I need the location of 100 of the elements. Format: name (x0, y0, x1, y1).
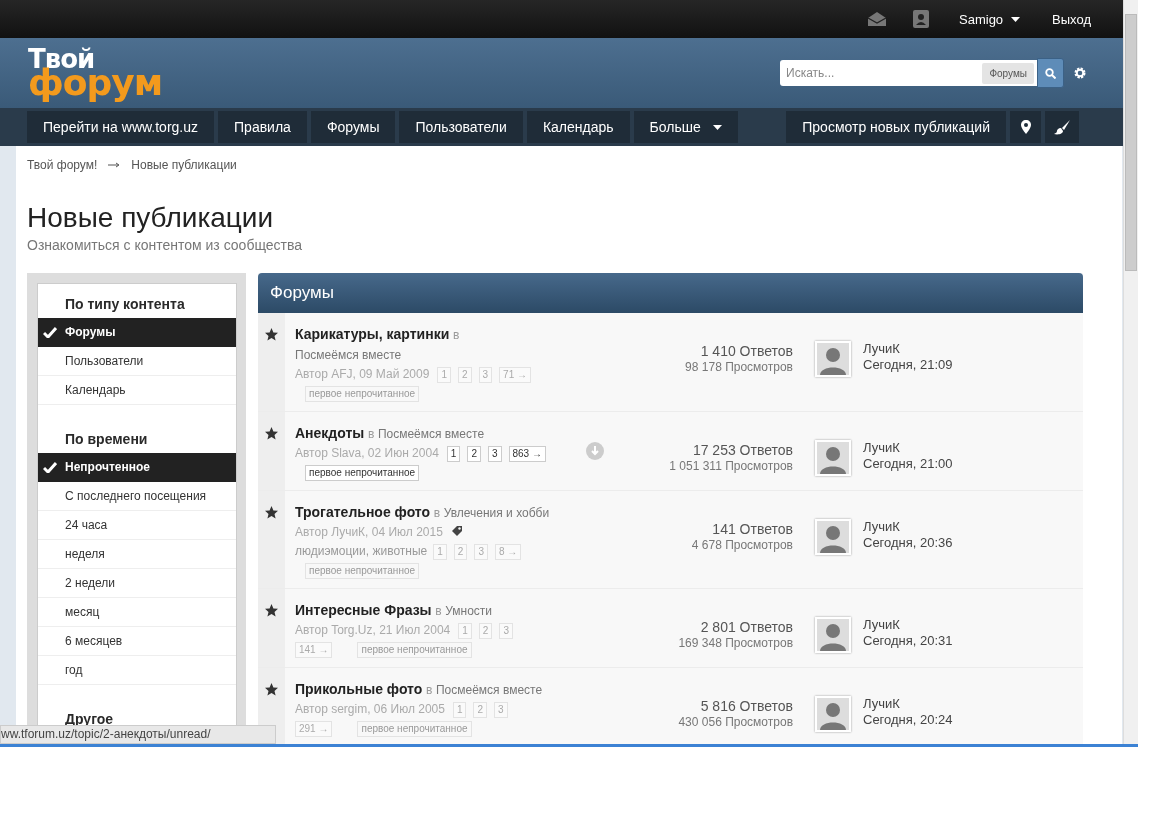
topic-title-link[interactable]: Прикольные фото (295, 681, 423, 697)
page-link[interactable]: 1 (446, 446, 461, 462)
view-count: 1 051 311 Просмотров (668, 459, 793, 473)
avatar[interactable] (815, 440, 851, 476)
logout-link[interactable]: Выход (1052, 11, 1091, 27)
caret-icon (712, 124, 722, 130)
contact-card-icon (913, 10, 929, 28)
section-heading: По типу контента (64, 295, 186, 314)
tag-icon (450, 525, 463, 537)
topic-title-link[interactable]: Анекдоты (295, 425, 365, 441)
nav-item[interactable]: Календарь (526, 111, 630, 143)
forum-link[interactable]: Посмеёмся вместе (377, 427, 485, 441)
reply-count: 5 816 Ответов (699, 698, 793, 714)
forum-link[interactable]: Умности (445, 604, 493, 618)
forum-link[interactable]: Посмеёмся вместе (295, 348, 402, 362)
search-scope-button[interactable]: Форумы (982, 62, 1034, 84)
star-icon (265, 427, 278, 440)
status-url-tooltip: ww.tforum.uz/topic/2-анекдоты/unread/ (0, 725, 276, 744)
theme-button[interactable] (1045, 111, 1079, 143)
last-post-time: Сегодня, 21:09 (863, 357, 953, 373)
last-post-time: Сегодня, 20:24 (863, 712, 953, 728)
last-poster-link[interactable]: ЛучиК (863, 440, 900, 455)
filter-item[interactable]: Форумы (38, 318, 236, 347)
star-icon (265, 506, 278, 519)
reply-count: 2 801 Ответов (699, 619, 793, 635)
arrow-right-icon (108, 162, 121, 168)
location-button[interactable] (1010, 111, 1041, 143)
breadcrumb-link[interactable]: Твой форум! (27, 158, 98, 172)
caret-icon (1011, 16, 1021, 22)
filter-item[interactable]: неделя (38, 540, 236, 569)
filter-item[interactable]: Пользователи (38, 347, 236, 376)
nav-item[interactable]: Пользователи (399, 111, 523, 143)
last-post-time: Сегодня, 20:31 (863, 633, 953, 649)
in-label: в (452, 328, 460, 342)
section-heading: По времени (64, 430, 149, 449)
avatar[interactable] (815, 696, 851, 732)
topic-title-link[interactable]: Карикатуры, картинки (295, 326, 450, 342)
down-arrow-circle-icon (586, 442, 604, 460)
filter-item[interactable]: Непрочтенное (38, 453, 236, 482)
page-title: Новые публикации (27, 202, 275, 234)
author-date: Автор ЛучиК, 04 Июл 2015 (295, 525, 443, 539)
nav-item[interactable]: Форумы (310, 111, 396, 143)
star-icon (265, 683, 278, 696)
panel-header: Форумы (258, 273, 1083, 313)
first-unread-link[interactable]: первое непрочитанное (305, 465, 420, 481)
last-poster-link[interactable]: ЛучиК (863, 341, 900, 356)
last-poster-link[interactable]: ЛучиК (863, 696, 900, 711)
in-label: в (425, 683, 433, 697)
page-link[interactable]: 3 (487, 446, 502, 462)
search-field[interactable]: Искать... Форумы (780, 60, 1037, 86)
filter-item[interactable]: С последнего посещения (38, 482, 236, 511)
star-icon (265, 328, 278, 341)
filter-item[interactable]: 24 часа (38, 511, 236, 540)
avatar[interactable] (815, 519, 851, 555)
nav-item[interactable]: Правила (218, 111, 307, 143)
view-count: 430 056 Просмотров (677, 715, 793, 729)
author-date: Автор Slava, 02 Июн 2004 (295, 446, 439, 460)
nav-item[interactable]: Просмотр новых публикаций (786, 111, 1006, 143)
last-post-time: Сегодня, 20:36 (863, 535, 953, 551)
in-label: в (435, 604, 442, 618)
forum-link[interactable]: Посмеёмся вместе (435, 683, 543, 697)
avatar[interactable] (815, 341, 851, 377)
view-count: 98 178 Просмотров (684, 360, 793, 374)
reply-count: 141 Ответов (711, 521, 793, 537)
search-icon (1045, 67, 1056, 79)
in-label: в (433, 506, 441, 520)
map-pin-icon (1020, 120, 1031, 134)
author-date: Автор Torg.Uz, 21 Июл 2004 (295, 623, 451, 637)
checkmark-icon (43, 461, 57, 473)
last-post-time: Сегодня, 21:00 (863, 456, 953, 472)
topic-title-link[interactable]: Трогательное фото (295, 504, 431, 520)
avatar[interactable] (815, 617, 851, 653)
filter-item[interactable]: 2 недели (38, 569, 236, 598)
mail-icon (867, 11, 887, 27)
reply-count: 1 410 Ответов (699, 343, 793, 359)
settings-icon[interactable] (1073, 66, 1087, 80)
breadcrumb-link[interactable]: Новые публикации (131, 158, 237, 172)
filter-item[interactable]: Календарь (38, 376, 236, 405)
user-menu[interactable]: Samigo (959, 11, 1021, 27)
forum-link[interactable]: Увлечения и хобби (443, 506, 550, 520)
page-subtitle: Ознакомиться с контентом из сообщества (27, 237, 304, 253)
filter-item[interactable]: месяц (38, 598, 236, 627)
checkmark-icon (43, 326, 57, 338)
nav-item[interactable]: Больше (633, 111, 738, 143)
view-count: 4 678 Просмотров (690, 538, 793, 552)
last-poster-link[interactable]: ЛучиК (863, 519, 900, 534)
filter-item[interactable]: 6 месяцев (38, 627, 236, 656)
topic-title-link[interactable]: Интересные Фразы (295, 602, 432, 618)
page-link[interactable]: 863 → (508, 446, 546, 462)
author-date: Автор AFJ, 09 Май 2009 (295, 367, 430, 381)
page-link[interactable]: 2 (467, 446, 481, 462)
filter-item[interactable]: год (38, 656, 236, 685)
in-label: в (367, 427, 375, 441)
author-date: Автор sergim, 06 Июл 2005 (295, 702, 445, 716)
view-count: 169 348 Просмотров (677, 636, 793, 650)
search-button[interactable] (1037, 58, 1064, 88)
scrollbar[interactable] (1123, 0, 1138, 744)
reply-count: 17 253 Ответов (691, 442, 793, 458)
nav-item[interactable]: Перейти на www.torg.uz (27, 111, 215, 143)
last-poster-link[interactable]: ЛучиК (863, 617, 900, 632)
